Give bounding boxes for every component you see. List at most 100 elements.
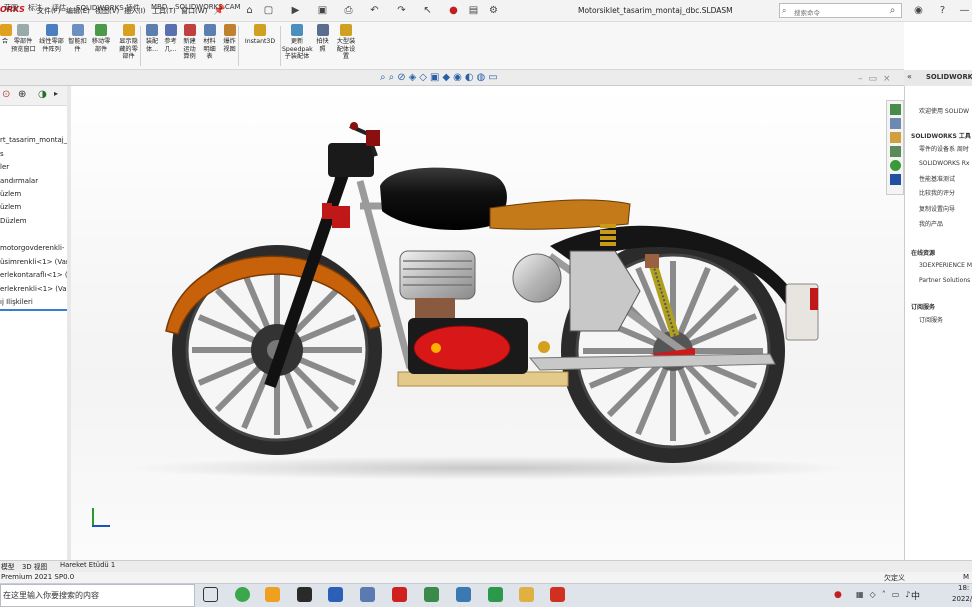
collapse-icon[interactable]: « <box>907 72 912 81</box>
feature-tree-item[interactable]: erlekrenkli<1> (Va <box>0 285 68 293</box>
tab-solidworks-cam[interactable]: SOLIDWORKS CAM <box>175 3 241 11</box>
feature-tree-item[interactable]: üzlem <box>0 203 68 211</box>
feature-tree-item[interactable]: üsimrenkli<1> (Var <box>0 258 68 266</box>
app-icon-green-2[interactable] <box>488 587 503 602</box>
home-icon[interactable]: ⌂ <box>243 4 256 17</box>
panel-arrow-icon[interactable]: ▸ <box>54 89 58 98</box>
motorcycle-model[interactable] <box>70 86 904 560</box>
ribbon-button-8[interactable]: 新建 运动 算例 <box>180 24 199 68</box>
ribbon-button-12[interactable]: 更新 Speedpak 子装配体 <box>282 24 313 68</box>
task-pane-tabs[interactable] <box>886 100 904 195</box>
appearance-icon[interactable] <box>889 160 901 171</box>
heads-up-view-toolbar[interactable]: ⌕⌕⊘◈◇▣◆◉◐◍▭ <box>380 72 501 83</box>
search-input[interactable]: 搜索命令 <box>779 3 902 18</box>
ribbon-button-7[interactable]: 参考 几... <box>162 24 179 68</box>
task-pane-item[interactable]: 比较我的评分 <box>919 188 972 197</box>
feature-tree-item[interactable]: üzlem <box>0 190 68 198</box>
ribbon-button-10[interactable]: 爆炸 视图 <box>220 24 239 68</box>
view-palette-icon[interactable] <box>889 146 901 157</box>
engine-cover[interactable] <box>413 325 511 371</box>
task-pane-item[interactable]: SOLIDWORKS Rx <box>919 160 972 167</box>
display-manager-icon[interactable]: ◑ <box>38 89 47 100</box>
feature-tree-item[interactable]: motorgovderenkli- <box>0 244 68 252</box>
search-magnifier-icon[interactable]: ⌕ <box>886 4 899 17</box>
clock-time[interactable]: 18: <box>958 584 969 592</box>
feature-tree-item[interactable]: ıj İlişkileri <box>0 298 68 306</box>
feature-tree-item[interactable]: andırmalar <box>0 177 68 185</box>
undo-icon[interactable]: ↶ <box>368 4 381 17</box>
tab-motion-study[interactable]: Hareket Etüdü 1 <box>60 561 115 569</box>
footboard[interactable] <box>397 371 569 387</box>
feature-tree-item[interactable]: ler <box>0 163 68 171</box>
account-icon[interactable]: ◉ <box>912 4 925 17</box>
feature-tree-item[interactable]: rt_tasarim_montaj_ <box>0 136 68 144</box>
ribbon-button-2[interactable]: 线性零部 件阵列 <box>36 24 67 68</box>
clock-date[interactable]: 2022/ <box>952 595 972 603</box>
tab-mbd[interactable]: MBD <box>151 3 167 11</box>
ribbon-button-0[interactable]: 合 <box>0 24 12 68</box>
acrobat-icon[interactable] <box>550 587 565 602</box>
tab-evaluate[interactable]: 评估 <box>52 3 66 13</box>
app-icon-teal[interactable] <box>456 587 471 602</box>
app-icon-blue[interactable] <box>360 587 375 602</box>
traffic-light-icon[interactable]: ● <box>447 4 460 17</box>
ribbon-button-1[interactable]: 零部件 预览窗口 <box>11 24 36 68</box>
tab-model[interactable]: 模型 <box>1 561 15 571</box>
open-icon[interactable]: ▶ <box>289 4 302 17</box>
task-pane-item[interactable]: 3DEXPERIENCE M <box>919 262 972 269</box>
feature-tree-item[interactable]: erlekontaraflı<1> ( <box>0 271 68 279</box>
save-icon[interactable]: ▣ <box>316 4 329 17</box>
tab-sketch[interactable]: 草图 <box>4 3 18 13</box>
feature-tree-icon[interactable]: ⊙ <box>2 89 10 100</box>
task-pane-item[interactable]: 复制设置向导 <box>919 204 972 213</box>
options-gear-icon[interactable]: ⚙ <box>487 4 500 17</box>
tab-solidworks-addins[interactable]: SOLIDWORKS 插件 <box>76 3 140 13</box>
folder-tab-icon[interactable] <box>889 132 901 143</box>
word-icon[interactable] <box>328 587 343 602</box>
task-view-icon[interactable] <box>203 587 218 602</box>
print-icon[interactable]: ⎙ <box>342 4 355 17</box>
feature-tree-item[interactable]: Düzlem <box>0 217 68 225</box>
ribbon-button-13[interactable]: 拍快 照 <box>313 24 332 68</box>
file-explorer-icon[interactable] <box>519 587 534 602</box>
ribbon-button-14[interactable]: 大型装 配体设 置 <box>333 24 359 68</box>
task-pane-item[interactable]: 零件的设备系 周时 <box>919 144 972 153</box>
solidworks-taskbar-icon[interactable] <box>392 587 407 602</box>
ribbon-button-5[interactable]: 显示隐 藏的零 部件 <box>115 24 142 68</box>
new-document-icon[interactable]: ▢ <box>262 4 275 17</box>
app-icon-orange[interactable] <box>265 587 280 602</box>
custom-properties-icon[interactable] <box>889 174 901 185</box>
file-properties-icon[interactable]: ▤ <box>467 4 480 17</box>
ribbon-button-3[interactable]: 智能扣 件 <box>68 24 87 68</box>
ime-indicator[interactable]: 中 <box>911 589 920 602</box>
feature-tree-scrollbar[interactable] <box>67 86 71 560</box>
ribbon-button-4[interactable]: 移动零 部件 <box>88 24 114 68</box>
task-pane-item[interactable]: 性能基准测试 <box>919 174 972 183</box>
help-icon[interactable]: ? <box>936 4 949 17</box>
home-tab-icon[interactable] <box>889 104 901 115</box>
ribbon-button-6[interactable]: 装配 体... <box>143 24 161 68</box>
select-icon[interactable]: ↖ <box>421 4 434 17</box>
task-pane-item[interactable]: 订阅服务 <box>919 315 972 324</box>
property-manager-icon[interactable]: ⊕ <box>18 89 26 100</box>
tab-markup[interactable]: 标注 <box>28 3 42 13</box>
minimize-icon[interactable]: — <box>958 4 971 17</box>
browser-icon[interactable] <box>235 587 250 602</box>
tray-icons[interactable]: ▦◇˄▭♪ <box>856 590 916 599</box>
task-pane-item[interactable]: 我的产品 <box>919 219 972 228</box>
viewport-window-controls[interactable]: –▭× <box>858 74 897 84</box>
ribbon-button-11[interactable]: Instant3D <box>240 24 280 68</box>
side-panel[interactable] <box>512 250 641 332</box>
ribbon-button-9[interactable]: 材料 明细 表 <box>200 24 219 68</box>
graphics-viewport[interactable] <box>70 86 904 560</box>
app-icon-dark[interactable] <box>297 587 312 602</box>
fuel-tank[interactable] <box>380 167 507 231</box>
app-icon-green[interactable] <box>424 587 439 602</box>
feature-tree-item[interactable]: s <box>0 150 68 158</box>
task-pane-item[interactable]: 欢迎使用 SOLIDW <box>919 106 972 115</box>
task-pane-item[interactable]: Partner Solutions <box>919 277 972 284</box>
redo-icon[interactable]: ↷ <box>395 4 408 17</box>
tab-3d-views[interactable]: 3D 视图 <box>22 561 47 571</box>
tray-record-icon[interactable]: ● <box>834 590 842 600</box>
library-tab-icon[interactable] <box>889 118 901 129</box>
